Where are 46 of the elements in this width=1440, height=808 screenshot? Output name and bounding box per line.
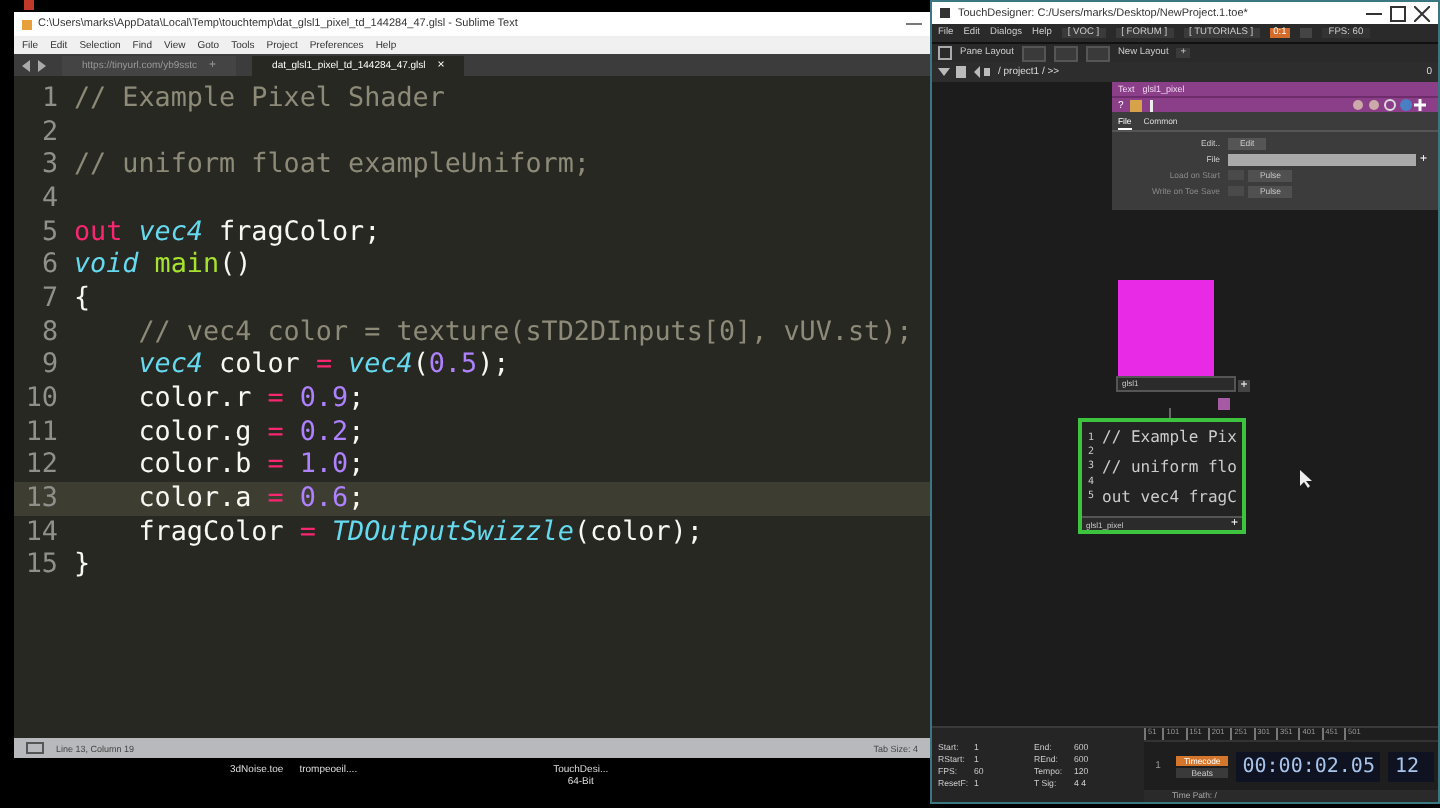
line-number: 10 [23, 384, 58, 415]
code-line: color.b = 1.0; [136, 450, 365, 481]
code-line: // uniform float exampleUniform; [74, 150, 590, 181]
code-line: fragColor = TDOutputSwizzle(color); [136, 517, 703, 548]
tab-arrows-icon[interactable] [22, 59, 46, 71]
code-line: color.r = 0.9; [136, 384, 365, 415]
code-line: vec4 color = vec4(0.5); [136, 350, 510, 381]
code-line: color.a = 0.6; [136, 484, 365, 515]
line-number: 2 [39, 117, 58, 148]
line-number: 7 [39, 283, 58, 314]
code-line: // Example Pixel Shader [74, 83, 445, 114]
app-icon [940, 8, 950, 18]
code-line: // vec4 color = texture(sTD2DInputs[0], vUV.st); [136, 317, 913, 348]
frame-display: 12 [1388, 751, 1434, 781]
line-number: 3 [39, 150, 58, 181]
line-number: 8 [39, 317, 58, 348]
code-line: out vec4 fragC [1102, 487, 1237, 506]
toggle-button[interactable] [1300, 28, 1313, 38]
line-number: 14 [23, 517, 58, 548]
line-number: 1 [39, 83, 58, 114]
grid-icon[interactable] [938, 46, 952, 60]
line-number: 15 [23, 550, 58, 581]
line-number: 12 [23, 450, 58, 481]
maximize-icon[interactable] [1390, 5, 1406, 21]
mouse-cursor-icon [1300, 470, 1312, 488]
code-line: void main() [74, 250, 252, 281]
timecode-display: 00:00:02.05 [1236, 751, 1381, 781]
line-number: 6 [39, 250, 58, 281]
toolbar-icons[interactable] [1352, 98, 1432, 112]
app-icon [22, 19, 32, 29]
node-preview[interactable] [1118, 280, 1214, 376]
code-line: // uniform flo [1102, 457, 1237, 476]
code-line: { [74, 283, 91, 314]
line-number: 9 [39, 350, 58, 381]
code-line: // Example Pix [1102, 428, 1237, 447]
code-line: color.g = 0.2; [136, 417, 365, 448]
line-number: 11 [23, 417, 58, 448]
code-line: } [74, 550, 91, 581]
code-line: out vec4 fragColor; [74, 217, 381, 248]
info-icon[interactable] [1129, 99, 1158, 111]
line-number: 4 [39, 183, 58, 214]
file-field[interactable] [1228, 153, 1416, 165]
close-icon[interactable] [1414, 5, 1430, 21]
line-number: 13 [23, 484, 58, 515]
panel-icon[interactable] [26, 742, 44, 754]
line-number: 5 [39, 217, 58, 248]
